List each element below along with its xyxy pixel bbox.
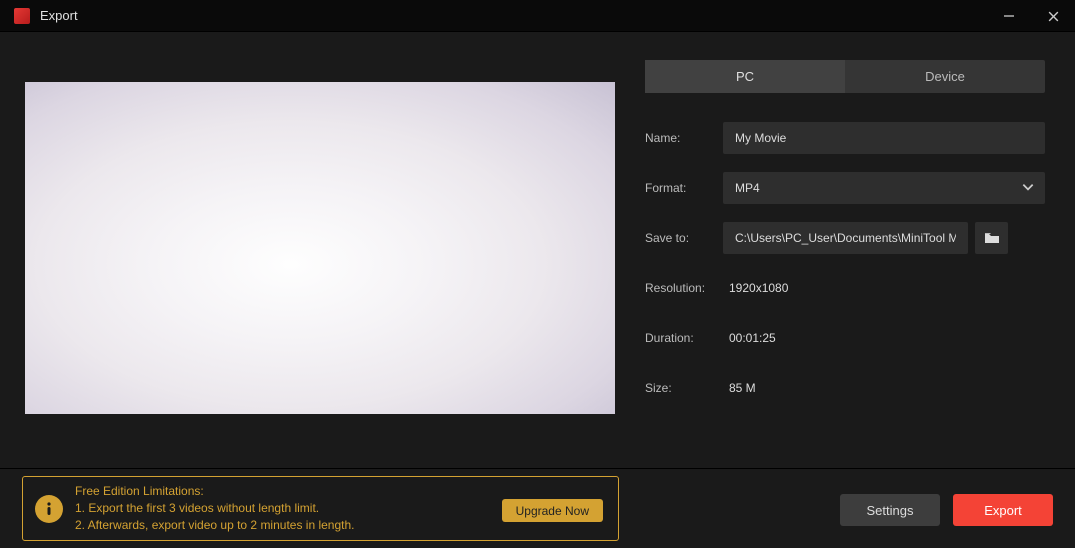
name-label: Name: (645, 131, 723, 145)
settings-button[interactable]: Settings (840, 494, 940, 526)
tab-pc[interactable]: PC (645, 60, 845, 93)
resolution-value: 1920x1080 (723, 281, 788, 295)
limitations-text: Free Edition Limitations: 1. Export the … (75, 483, 355, 534)
tab-device[interactable]: Device (845, 60, 1045, 93)
duration-label: Duration: (645, 331, 723, 345)
format-value: MP4 (735, 181, 760, 195)
limitations-line1: 1. Export the first 3 videos without len… (75, 500, 355, 517)
window-controls (987, 0, 1075, 32)
resolution-label: Resolution: (645, 281, 723, 295)
saveto-input[interactable] (723, 222, 968, 254)
size-value: 85 M (723, 381, 756, 395)
close-icon (1047, 10, 1060, 23)
browse-button[interactable] (975, 222, 1008, 254)
format-label: Format: (645, 181, 723, 195)
saveto-row: Save to: (645, 222, 1045, 254)
size-row: Size: 85 M (645, 372, 1045, 404)
limitations-title: Free Edition Limitations: (75, 483, 355, 500)
folder-icon (984, 231, 1000, 245)
duration-row: Duration: 00:01:25 (645, 322, 1045, 354)
destination-tabs: PC Device (645, 60, 1045, 93)
duration-value: 00:01:25 (723, 331, 776, 345)
window-title: Export (40, 8, 78, 23)
chevron-down-icon (1021, 180, 1035, 197)
saveto-label: Save to: (645, 231, 723, 245)
resolution-row: Resolution: 1920x1080 (645, 272, 1045, 304)
preview-panel (0, 32, 645, 466)
name-row: Name: (645, 122, 1045, 154)
name-input[interactable] (723, 122, 1045, 154)
export-button[interactable]: Export (953, 494, 1053, 526)
limitations-box: Free Edition Limitations: 1. Export the … (22, 476, 619, 541)
app-icon (14, 8, 30, 24)
main-content: PC Device Name: Format: MP4 Save to: (0, 32, 1075, 466)
upgrade-button[interactable]: Upgrade Now (502, 499, 603, 522)
close-button[interactable] (1031, 0, 1075, 32)
footer: Free Edition Limitations: 1. Export the … (0, 468, 1075, 548)
video-preview (25, 82, 615, 414)
limitations-line2: 2. Afterwards, export video up to 2 minu… (75, 517, 355, 534)
format-row: Format: MP4 (645, 172, 1045, 204)
format-select[interactable]: MP4 (723, 172, 1045, 204)
minimize-button[interactable] (987, 0, 1031, 32)
titlebar: Export (0, 0, 1075, 32)
info-icon (35, 495, 63, 523)
export-form: PC Device Name: Format: MP4 Save to: (645, 32, 1075, 466)
footer-buttons: Settings Export (840, 494, 1053, 526)
minimize-icon (1003, 10, 1015, 22)
size-label: Size: (645, 381, 723, 395)
